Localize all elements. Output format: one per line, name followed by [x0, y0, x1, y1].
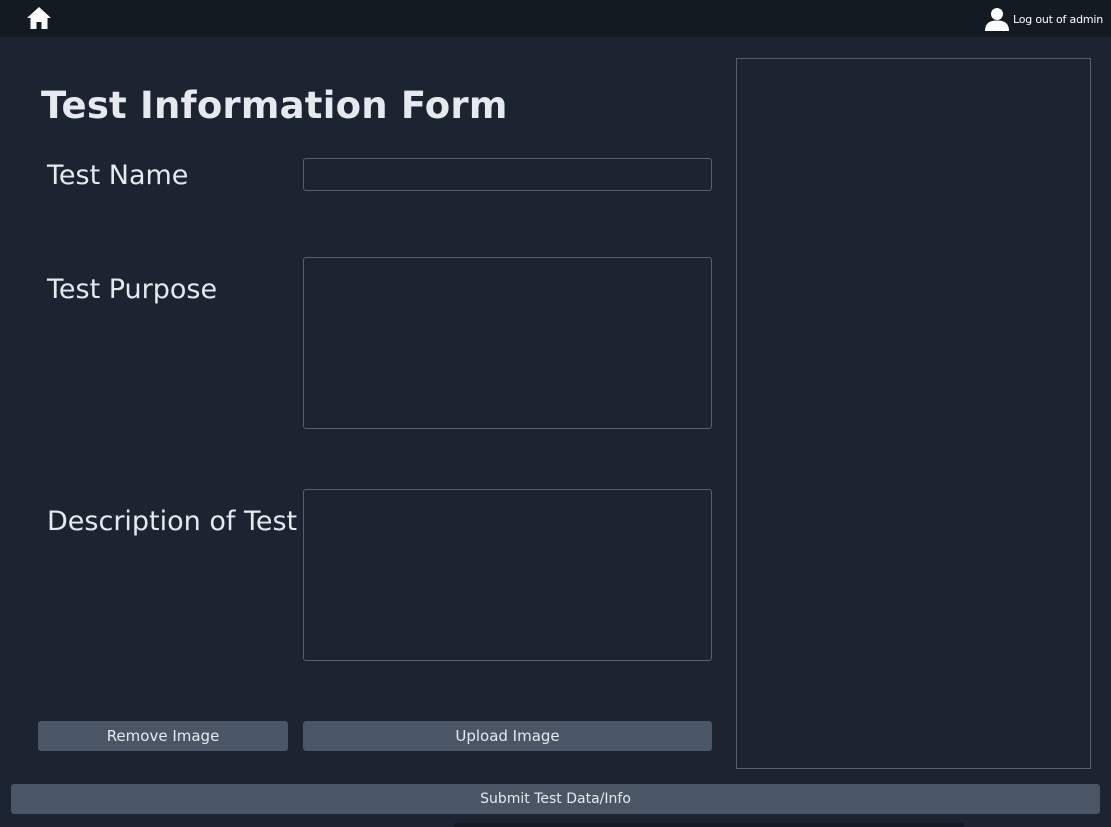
test-purpose-textarea[interactable]: [303, 257, 712, 429]
description-label: Description of Test: [47, 506, 298, 537]
test-name-input[interactable]: [303, 158, 712, 191]
logout-label: Log out of admin: [1012, 12, 1103, 26]
upload-image-button[interactable]: Upload Image: [303, 721, 712, 751]
test-purpose-label: Test Purpose: [47, 274, 218, 305]
page-title: Test Information Form: [41, 84, 508, 127]
home-icon: [27, 7, 51, 29]
remove-image-button[interactable]: Remove Image: [38, 721, 288, 751]
description-textarea[interactable]: [303, 489, 712, 661]
image-preview-panel: [736, 58, 1091, 769]
top-bar: Log out of admin: [0, 0, 1111, 37]
home-button[interactable]: [26, 6, 52, 30]
submit-button[interactable]: Submit Test Data/Info: [11, 784, 1100, 814]
logout-button[interactable]: Log out of admin: [984, 7, 1103, 31]
bottom-edge-strip: [454, 823, 964, 827]
test-name-label: Test Name: [47, 160, 189, 191]
user-icon: [984, 8, 1009, 31]
